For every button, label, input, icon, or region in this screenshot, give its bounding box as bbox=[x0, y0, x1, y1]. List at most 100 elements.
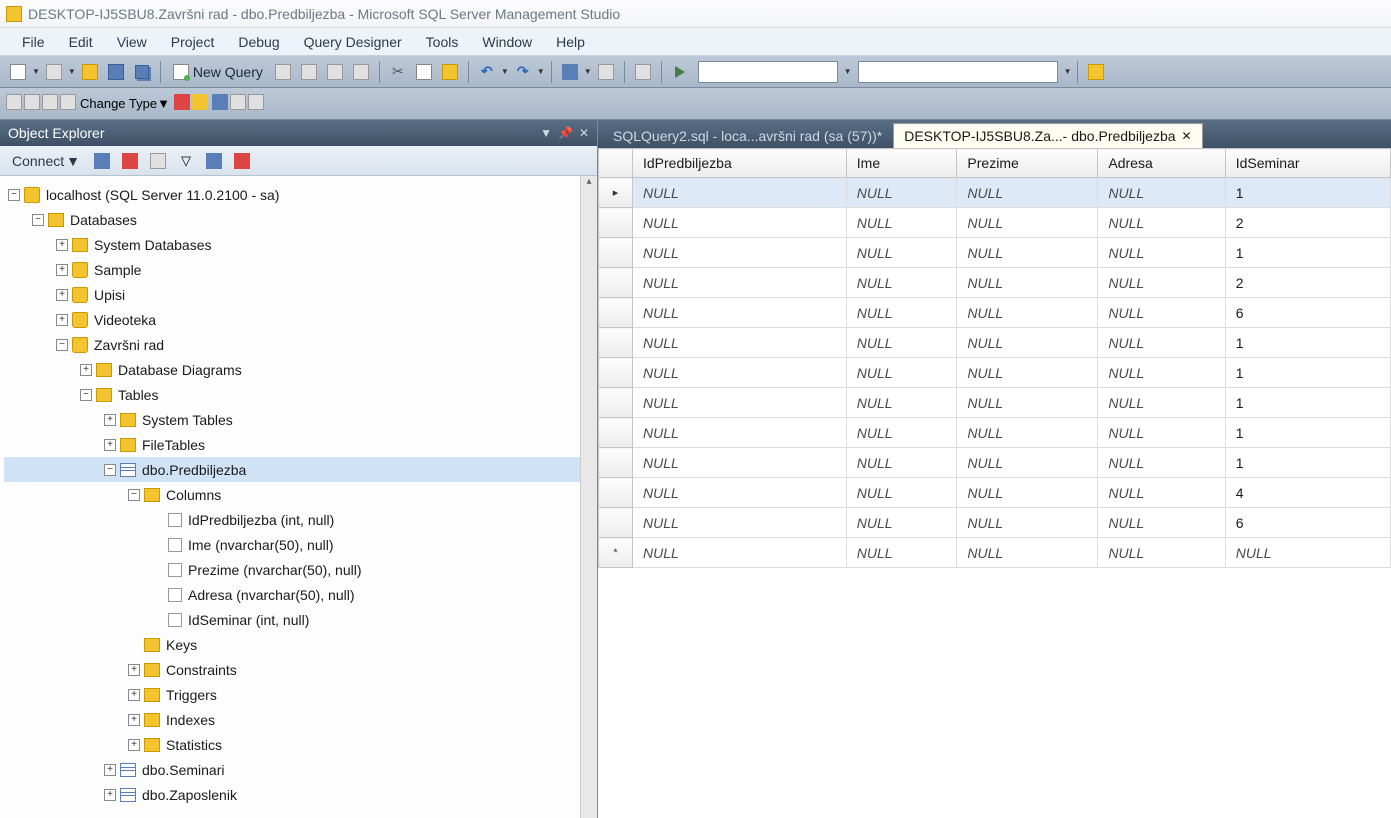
cell-id[interactable]: NULL bbox=[633, 448, 847, 478]
collapse-icon[interactable]: − bbox=[128, 489, 140, 501]
nav-fwd-button[interactable] bbox=[594, 60, 618, 84]
cell-idseminar[interactable]: 1 bbox=[1225, 388, 1390, 418]
dropdown-icon[interactable]: ▼ bbox=[68, 67, 76, 76]
cell-prezime[interactable]: NULL bbox=[957, 448, 1098, 478]
paste-button[interactable] bbox=[438, 60, 462, 84]
undo-button[interactable]: ↶ bbox=[475, 60, 499, 84]
expand-icon[interactable]: + bbox=[56, 239, 68, 251]
table-row[interactable]: NULLNULLNULLNULL1 bbox=[599, 328, 1391, 358]
cell-idseminar[interactable]: 4 bbox=[1225, 478, 1390, 508]
table-row[interactable]: NULLNULLNULLNULL1 bbox=[599, 238, 1391, 268]
pin-icon[interactable]: 📌 bbox=[558, 126, 573, 140]
menu-file[interactable]: File bbox=[10, 30, 57, 54]
tree-db-upisi[interactable]: +Upisi bbox=[4, 282, 593, 307]
tab-predbiljezba[interactable]: DESKTOP-IJ5SBU8.Za...- dbo.Predbiljezba✕ bbox=[893, 123, 1202, 148]
collapse-icon[interactable]: − bbox=[8, 189, 20, 201]
cell-id[interactable]: NULL bbox=[633, 208, 847, 238]
col-idpredbiljezba[interactable]: IdPredbiljezba bbox=[633, 149, 847, 178]
verify-sql-button[interactable] bbox=[192, 94, 208, 113]
tree-databases[interactable]: −Databases bbox=[4, 207, 593, 232]
cell-id[interactable]: NULL bbox=[633, 268, 847, 298]
tree-triggers[interactable]: +Triggers bbox=[4, 682, 593, 707]
row-selector[interactable] bbox=[599, 418, 633, 448]
change-type-button[interactable]: Change Type▼ bbox=[80, 96, 170, 111]
xmla-query-button[interactable] bbox=[349, 60, 373, 84]
menu-edit[interactable]: Edit bbox=[57, 30, 105, 54]
table-row[interactable]: NULLNULLNULLNULL2 bbox=[599, 268, 1391, 298]
cell-ime[interactable]: NULL bbox=[846, 448, 957, 478]
col-idseminar[interactable]: IdSeminar bbox=[1225, 149, 1390, 178]
cell-id[interactable]: NULL bbox=[633, 478, 847, 508]
tree-db-zavrsni[interactable]: −Završni rad bbox=[4, 332, 593, 357]
data-grid[interactable]: IdPredbiljezba Ime Prezime Adresa IdSemi… bbox=[598, 148, 1391, 818]
cell-adresa[interactable]: NULL bbox=[1098, 298, 1225, 328]
cell-id[interactable]: NULL bbox=[633, 358, 847, 388]
tree-table-predbiljezba[interactable]: −dbo.Predbiljezba bbox=[4, 457, 593, 482]
expand-icon[interactable]: + bbox=[104, 439, 116, 451]
cell-adresa[interactable]: NULL bbox=[1098, 508, 1225, 538]
new-file-button[interactable] bbox=[42, 60, 66, 84]
tab-sqlquery2[interactable]: SQLQuery2.sql - loca...avršni rad (sa (5… bbox=[602, 123, 893, 148]
collapse-icon[interactable]: − bbox=[104, 464, 116, 476]
row-selector[interactable] bbox=[599, 448, 633, 478]
cell-prezime[interactable]: NULL bbox=[957, 418, 1098, 448]
cell-id[interactable]: NULL bbox=[633, 418, 847, 448]
cell-ime[interactable]: NULL bbox=[846, 298, 957, 328]
expand-icon[interactable]: + bbox=[80, 364, 92, 376]
row-selector[interactable] bbox=[599, 388, 633, 418]
tree-db-videoteka[interactable]: +Videoteka bbox=[4, 307, 593, 332]
cell-ime[interactable]: NULL bbox=[846, 328, 957, 358]
cell-prezime[interactable]: NULL bbox=[957, 268, 1098, 298]
run-button[interactable] bbox=[174, 94, 190, 113]
cell-adresa[interactable]: NULL bbox=[1098, 178, 1225, 208]
save-all-button[interactable] bbox=[130, 60, 154, 84]
expand-icon[interactable]: + bbox=[128, 739, 140, 751]
menu-help[interactable]: Help bbox=[544, 30, 597, 54]
row-selector[interactable]: * bbox=[599, 538, 633, 568]
expand-icon[interactable]: + bbox=[56, 289, 68, 301]
cell-id[interactable]: NULL bbox=[633, 298, 847, 328]
cell-prezime[interactable]: NULL bbox=[957, 238, 1098, 268]
tree-columns[interactable]: −Columns bbox=[4, 482, 593, 507]
cell-idseminar[interactable]: 1 bbox=[1225, 178, 1390, 208]
dropdown-icon[interactable]: ▼ bbox=[537, 67, 545, 76]
cell-id[interactable]: NULL bbox=[633, 388, 847, 418]
menu-query-designer[interactable]: Query Designer bbox=[292, 30, 414, 54]
expand-icon[interactable]: + bbox=[104, 764, 116, 776]
refresh-button[interactable] bbox=[202, 149, 226, 173]
redo-button[interactable]: ↷ bbox=[511, 60, 535, 84]
row-selector[interactable] bbox=[599, 328, 633, 358]
table-row[interactable]: NULLNULLNULLNULL6 bbox=[599, 508, 1391, 538]
database-combo[interactable] bbox=[698, 61, 838, 83]
row-selector[interactable] bbox=[599, 208, 633, 238]
tree-col-adresa[interactable]: Adresa (nvarchar(50), null) bbox=[4, 582, 593, 607]
table-row[interactable]: ▸NULLNULLNULLNULL1 bbox=[599, 178, 1391, 208]
expand-icon[interactable]: + bbox=[104, 414, 116, 426]
add-groupby-button[interactable] bbox=[212, 94, 228, 113]
expand-icon[interactable]: + bbox=[56, 264, 68, 276]
cell-prezime[interactable]: NULL bbox=[957, 208, 1098, 238]
cell-idseminar[interactable]: 1 bbox=[1225, 448, 1390, 478]
table-new-row[interactable]: *NULLNULLNULLNULLNULL bbox=[599, 538, 1391, 568]
dmx-query-button[interactable] bbox=[323, 60, 347, 84]
show-results-button[interactable] bbox=[60, 94, 76, 113]
cell-ime[interactable]: NULL bbox=[846, 178, 957, 208]
new-query-button[interactable]: New Query bbox=[167, 64, 269, 80]
menu-view[interactable]: View bbox=[105, 30, 159, 54]
cut-button[interactable]: ✂ bbox=[386, 60, 410, 84]
cell-idseminar[interactable]: 6 bbox=[1225, 298, 1390, 328]
find-combo[interactable] bbox=[858, 61, 1058, 83]
cell-idseminar[interactable]: 6 bbox=[1225, 508, 1390, 538]
cell-idseminar[interactable]: 1 bbox=[1225, 328, 1390, 358]
tree-table-seminari[interactable]: +dbo.Seminari bbox=[4, 757, 593, 782]
cell-prezime[interactable]: NULL bbox=[957, 178, 1098, 208]
tree-keys[interactable]: Keys bbox=[4, 632, 593, 657]
table-row[interactable]: NULLNULLNULLNULL1 bbox=[599, 448, 1391, 478]
tree-tables[interactable]: −Tables bbox=[4, 382, 593, 407]
tree-systables[interactable]: +System Tables bbox=[4, 407, 593, 432]
tree-db-sample[interactable]: +Sample bbox=[4, 257, 593, 282]
cell-ime[interactable]: NULL bbox=[846, 208, 957, 238]
table-row[interactable]: NULLNULLNULLNULL1 bbox=[599, 358, 1391, 388]
scrollbar[interactable] bbox=[580, 176, 597, 818]
expand-icon[interactable]: + bbox=[128, 689, 140, 701]
